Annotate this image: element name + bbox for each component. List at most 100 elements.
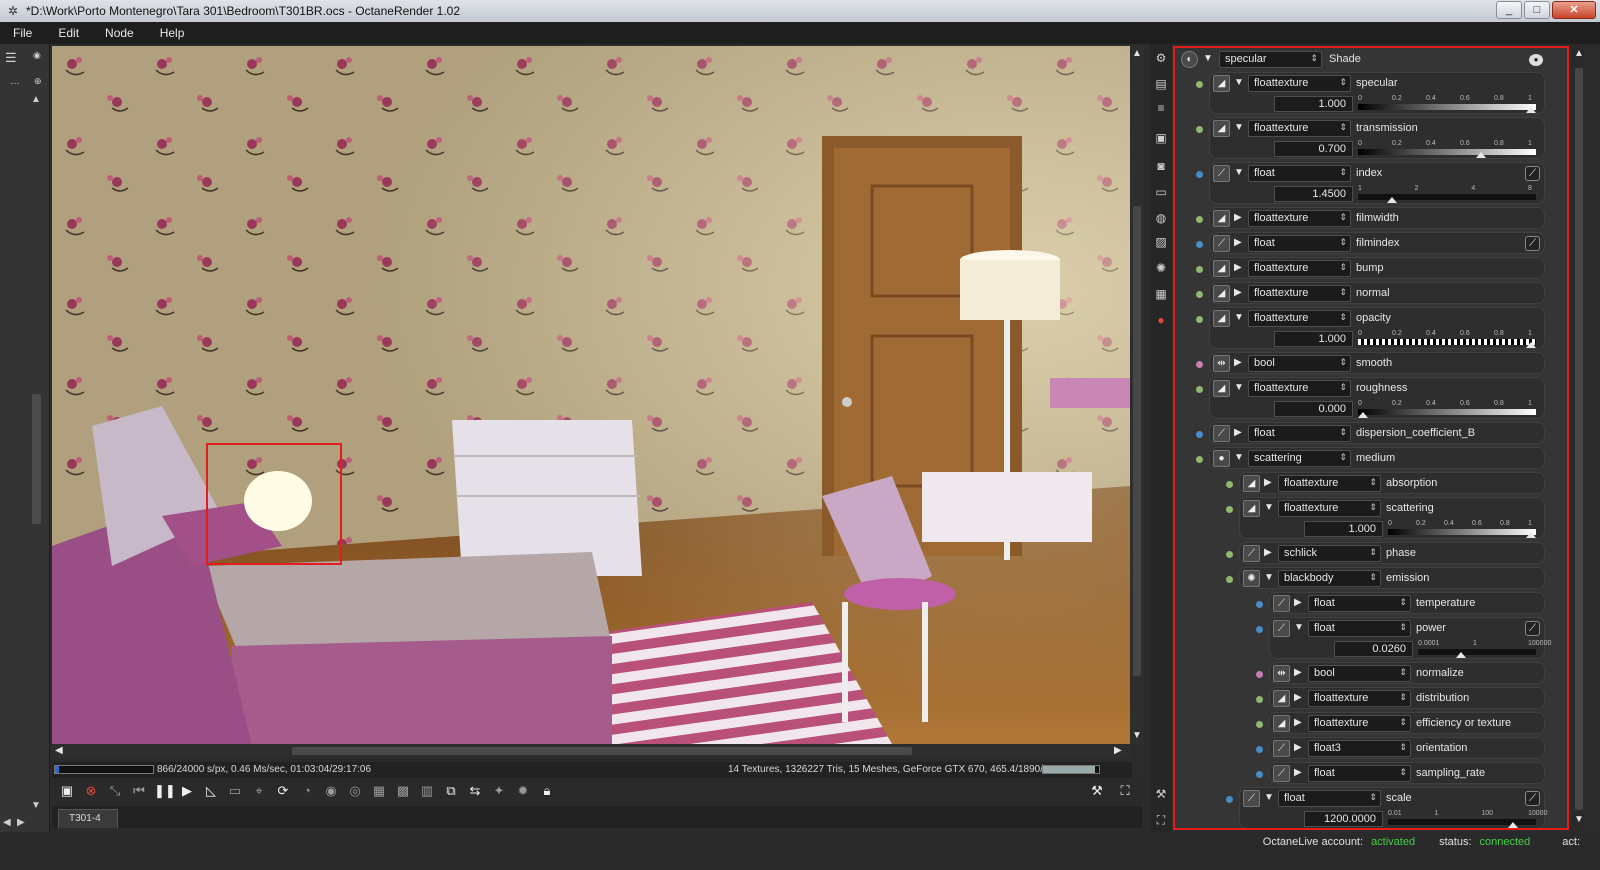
slider-knob[interactable] xyxy=(1358,412,1368,418)
object-picker-icon[interactable]: ◎ xyxy=(346,782,364,800)
slider-knob[interactable] xyxy=(1508,822,1519,828)
viewport-icon[interactable]: ▥ xyxy=(418,782,436,800)
slider-track[interactable] xyxy=(1388,529,1536,535)
node-type-select[interactable]: float ⇕ xyxy=(1248,235,1351,252)
node-type-select[interactable]: float ⇕ xyxy=(1248,425,1351,442)
alpha-icon[interactable]: ▦ xyxy=(370,782,388,800)
menu-file[interactable]: File xyxy=(0,26,45,40)
input-pin-dot[interactable] xyxy=(1196,291,1203,298)
render-viewport[interactable] xyxy=(52,46,1130,744)
input-pin-dot[interactable] xyxy=(1196,386,1203,393)
tab-scene[interactable]: T301-4 xyxy=(58,809,118,828)
slider-knob[interactable] xyxy=(1526,107,1536,113)
input-pin-dot[interactable] xyxy=(1256,601,1263,608)
layers-icon[interactable]: ▤ xyxy=(1153,76,1169,92)
input-pin-dot[interactable] xyxy=(1196,266,1203,273)
slider-track[interactable] xyxy=(1358,194,1536,200)
add-icon[interactable]: ⊕ xyxy=(34,76,42,87)
fullscreen-icon[interactable]: ⛶ xyxy=(1116,782,1134,800)
input-pin-dot[interactable] xyxy=(1256,626,1263,633)
node-type-select[interactable]: schlick ⇕ xyxy=(1278,545,1381,562)
scroll-up-arrow-icon[interactable]: ▲ xyxy=(1574,48,1584,59)
outliner-list-icon[interactable]: ☰ xyxy=(5,50,17,66)
value-slider[interactable]: 0 0.2 0.4 0.6 0.8 1 xyxy=(1358,95,1536,113)
material-icon[interactable]: ● xyxy=(1153,312,1169,328)
collapse-arrow-icon[interactable]: ▼ xyxy=(1264,572,1274,583)
sheet-icon[interactable]: ▭ xyxy=(1153,184,1169,200)
list-icon[interactable]: ≡ xyxy=(1153,100,1169,116)
slider-track[interactable] xyxy=(1358,339,1536,345)
slider-knob[interactable] xyxy=(1386,197,1397,203)
node-type-select[interactable]: blackbody ⇕ xyxy=(1278,570,1381,587)
value-input[interactable]: 0.0260 xyxy=(1334,641,1413,657)
node-type-select[interactable]: float ⇕ xyxy=(1308,620,1411,637)
save-image-icon[interactable]: ▣ xyxy=(58,782,76,800)
value-input[interactable]: 1.4500 xyxy=(1274,186,1353,202)
region-icon[interactable]: ◺ xyxy=(202,782,220,800)
expand-arrow-icon[interactable]: ▶ xyxy=(1294,742,1304,753)
wrench-icon[interactable]: ⚒ xyxy=(1088,782,1106,800)
camera-icon[interactable]: ◔ xyxy=(298,782,316,800)
input-pin-dot[interactable] xyxy=(1256,746,1263,753)
input-pin-dot[interactable] xyxy=(1226,506,1233,513)
input-pin-dot[interactable] xyxy=(1226,481,1233,488)
collapse-arrow-icon[interactable]: ▼ xyxy=(1294,622,1304,633)
value-input[interactable]: 1.000 xyxy=(1304,521,1383,537)
input-pin-dot[interactable] xyxy=(1256,671,1263,678)
render-settings-icon[interactable]: ⚙ xyxy=(1153,50,1169,66)
node-type-select[interactable]: floattexture ⇕ xyxy=(1248,120,1351,137)
node-type-select[interactable]: floattexture ⇕ xyxy=(1308,715,1411,732)
restart-icon[interactable]: ⏮ xyxy=(130,782,148,800)
expand-arrow-icon[interactable]: ▼ xyxy=(1203,53,1213,64)
material-picker-icon[interactable]: ◉ xyxy=(322,782,340,800)
scroll-down-arrow-icon[interactable]: ▼ xyxy=(1574,814,1584,825)
collapse-arrow-icon[interactable]: ▼ xyxy=(1264,792,1274,803)
minimize-button[interactable]: _ xyxy=(1496,1,1522,19)
scroll-up-arrow-icon[interactable]: ▲ xyxy=(1132,48,1142,59)
scroll-right-arrow-icon[interactable]: ▶ xyxy=(1114,745,1122,756)
input-pin-dot[interactable] xyxy=(1256,771,1263,778)
scroll-down-arrow-icon[interactable]: ▼ xyxy=(31,800,41,811)
input-pin-dot[interactable] xyxy=(1256,696,1263,703)
slider-track[interactable] xyxy=(1358,149,1536,155)
resize-icon[interactable]: ⤡ xyxy=(106,782,124,800)
slider-track[interactable] xyxy=(1358,104,1536,110)
curve-toggle-icon[interactable]: ⟋ xyxy=(1525,166,1540,181)
scroll-thumb[interactable] xyxy=(1133,206,1141,676)
more-icon[interactable]: … xyxy=(10,76,20,87)
input-pin-dot[interactable] xyxy=(1256,721,1263,728)
value-slider[interactable]: 0.0001 1 100000 xyxy=(1418,640,1551,658)
node-type-select[interactable]: float ⇕ xyxy=(1308,765,1411,782)
collapse-arrow-icon[interactable]: ▼ xyxy=(1234,167,1244,178)
scroll-right-arrow-icon[interactable]: ▶ xyxy=(17,817,25,828)
node-type-select[interactable]: float ⇕ xyxy=(1248,165,1351,182)
node-type-select[interactable]: floattexture ⇕ xyxy=(1248,75,1351,92)
lock-icon[interactable]: 🔒︎ xyxy=(538,782,556,800)
node-type-select[interactable]: floattexture ⇕ xyxy=(1308,690,1411,707)
scroll-thumb[interactable] xyxy=(292,747,912,755)
input-pin-dot[interactable] xyxy=(1226,551,1233,558)
menu-help[interactable]: Help xyxy=(147,26,198,40)
node-type-select[interactable]: floattexture ⇕ xyxy=(1278,475,1381,492)
close-button[interactable]: ✕ xyxy=(1552,1,1596,19)
slider-knob[interactable] xyxy=(1526,342,1536,348)
collapse-arrow-icon[interactable]: ▼ xyxy=(1234,382,1244,393)
collapse-arrow-icon[interactable]: ▼ xyxy=(1264,502,1274,513)
input-pin-dot[interactable] xyxy=(1196,456,1203,463)
collapse-arrow-icon[interactable]: ▼ xyxy=(1234,452,1244,463)
scroll-left-arrow-icon[interactable]: ◀ xyxy=(55,745,63,756)
node-type-select[interactable]: float ⇕ xyxy=(1278,790,1381,807)
picture-icon[interactable]: ▨ xyxy=(1153,234,1169,250)
expand-arrow-icon[interactable]: ▶ xyxy=(1264,477,1274,488)
scroll-up-arrow-icon[interactable]: ▲ xyxy=(31,94,41,105)
node-type-select[interactable]: floattexture ⇕ xyxy=(1248,210,1351,227)
input-pin-dot[interactable] xyxy=(1226,576,1233,583)
input-pin-dot[interactable] xyxy=(1196,171,1203,178)
expand-arrow-icon[interactable]: ▶ xyxy=(1294,597,1304,608)
clear-render-icon[interactable]: ⊗ xyxy=(82,782,100,800)
viewport-vertical-scrollbar[interactable]: ▲ ▼ xyxy=(1130,46,1144,744)
curve-toggle-icon[interactable]: ⟋ xyxy=(1525,236,1540,251)
film-region-icon[interactable]: ▭ xyxy=(226,782,244,800)
input-pin-dot[interactable] xyxy=(1196,431,1203,438)
scroll-thumb[interactable] xyxy=(1575,68,1583,810)
